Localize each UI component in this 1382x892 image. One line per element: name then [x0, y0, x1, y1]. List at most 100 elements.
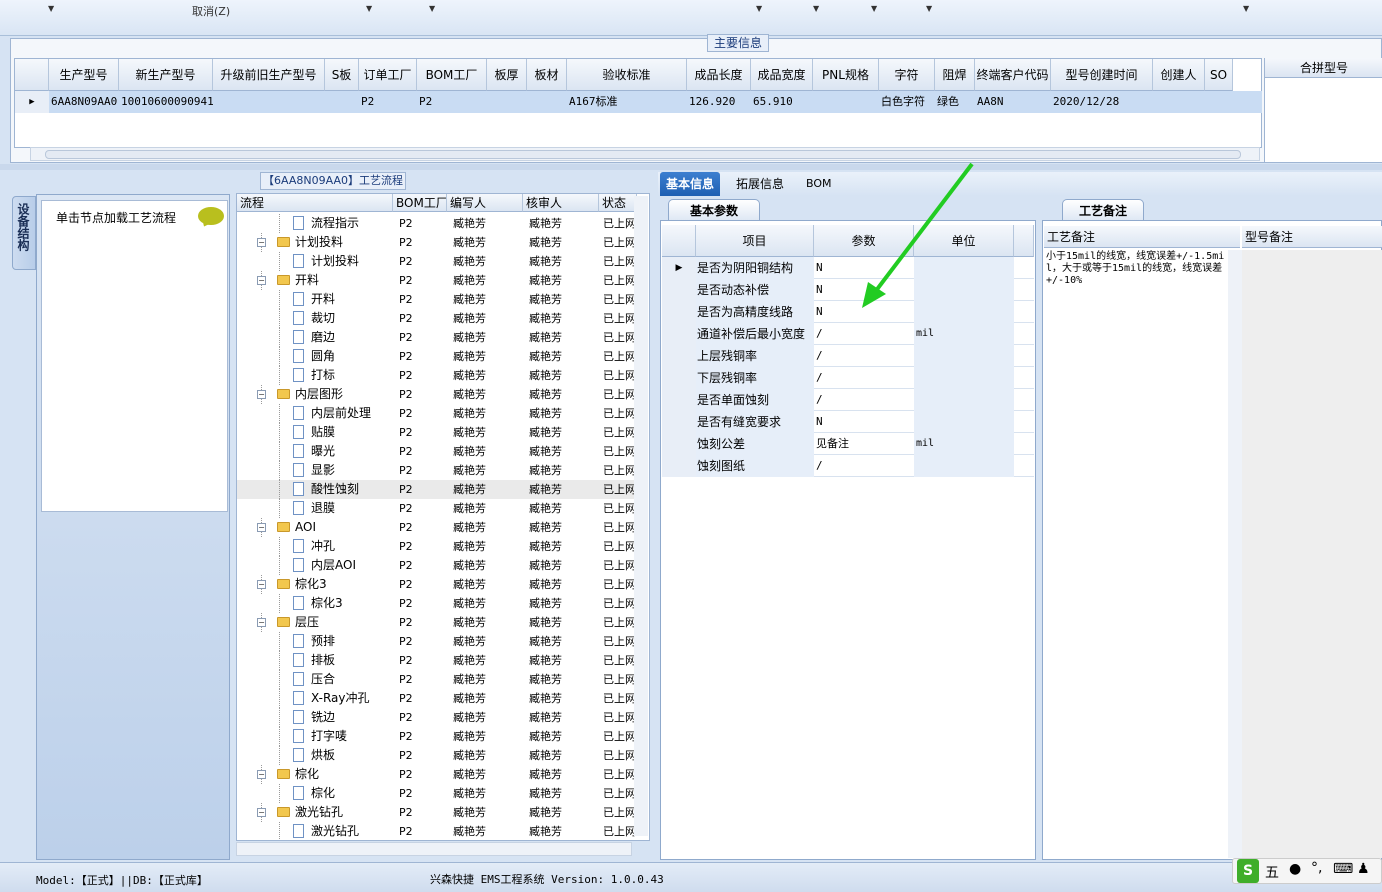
- column-header[interactable]: 成品长度: [687, 59, 751, 91]
- param-value[interactable]: N: [814, 411, 914, 433]
- param-row[interactable]: 通道补偿后最小宽度 / mil: [662, 323, 1034, 345]
- tree-row[interactable]: 内层AOI P2 臧艳芳 臧艳芳 已上网: [237, 556, 637, 575]
- column-header[interactable]: 验收标准: [567, 59, 687, 91]
- tree-row[interactable]: − 层压 P2 臧艳芳 臧艳芳 已上网: [237, 613, 637, 632]
- tree-node-label[interactable]: 层压: [295, 613, 319, 632]
- param-unit[interactable]: mil: [914, 323, 1014, 345]
- collapse-icon[interactable]: −: [257, 618, 266, 627]
- tree-row[interactable]: 计划投料 P2 臧艳芳 臧艳芳 已上网: [237, 252, 637, 271]
- param-value[interactable]: /: [814, 345, 914, 367]
- collapse-icon[interactable]: −: [257, 390, 266, 399]
- tree-node-label[interactable]: 打标: [311, 366, 335, 385]
- param-row[interactable]: 是否有缝宽要求 N: [662, 411, 1034, 433]
- param-value[interactable]: /: [814, 367, 914, 389]
- dropdown-arrow-icon[interactable]: ▼: [813, 4, 819, 13]
- tree-row[interactable]: − 计划投料 P2 臧艳芳 臧艳芳 已上网: [237, 233, 637, 252]
- column-header[interactable]: 升级前旧生产型号: [213, 59, 325, 91]
- tree-node-label[interactable]: 烘板: [311, 746, 335, 765]
- tree-row[interactable]: 排板 P2 臧艳芳 臧艳芳 已上网: [237, 651, 637, 670]
- tree-row[interactable]: 打字唛 P2 臧艳芳 臧艳芳 已上网: [237, 727, 637, 746]
- tree-node-label[interactable]: 棕化: [311, 784, 335, 803]
- dropdown-arrow-icon[interactable]: ▼: [366, 4, 372, 13]
- collapse-icon[interactable]: −: [257, 770, 266, 779]
- param-unit[interactable]: [914, 367, 1014, 389]
- tree-node-label[interactable]: 裁切: [311, 309, 335, 328]
- tree-row[interactable]: 酸性蚀刻 P2 臧艳芳 臧艳芳 已上网: [237, 480, 637, 499]
- tree-node-label[interactable]: 开料: [311, 290, 335, 309]
- collapse-icon[interactable]: −: [257, 523, 266, 532]
- tree-node-label[interactable]: 流程指示: [311, 214, 359, 233]
- tree-node-label[interactable]: 贴膜: [311, 423, 335, 442]
- table-cell[interactable]: 65.910: [753, 91, 813, 113]
- column-header[interactable]: 成品宽度: [751, 59, 813, 91]
- column-header[interactable]: 状态: [599, 194, 637, 212]
- param-unit[interactable]: [914, 389, 1014, 411]
- collapse-icon[interactable]: −: [257, 238, 266, 247]
- column-header[interactable]: S板: [325, 59, 359, 91]
- tree-node-label[interactable]: 棕化3: [295, 575, 327, 594]
- process-remark-text[interactable]: 小于15mil的线宽，线宽误差+/-1.5mil，大于或等于15mil的线宽，线…: [1046, 251, 1228, 287]
- tree-node-label[interactable]: 冲孔: [311, 537, 335, 556]
- node-panel[interactable]: 单击节点加载工艺流程: [41, 200, 228, 512]
- table-cell[interactable]: [1155, 91, 1205, 113]
- tree-row[interactable]: − AOI P2 臧艳芳 臧艳芳 已上网: [237, 518, 637, 537]
- tree-node-label[interactable]: 酸性蚀刻: [311, 480, 359, 499]
- table-cell[interactable]: [529, 91, 567, 113]
- tree-node-label[interactable]: 计划投料: [295, 233, 343, 252]
- keyboard-icon[interactable]: ⌨: [1333, 861, 1353, 877]
- tree-row[interactable]: 磨边 P2 臧艳芳 臧艳芳 已上网: [237, 328, 637, 347]
- column-header[interactable]: 板厚: [487, 59, 527, 91]
- tab-process-remarks[interactable]: 工艺备注: [1062, 199, 1144, 221]
- dropdown-arrow-icon[interactable]: ▼: [756, 4, 762, 13]
- column-header[interactable]: 项目: [696, 225, 814, 257]
- tree-row[interactable]: 预排 P2 臧艳芳 臧艳芳 已上网: [237, 632, 637, 651]
- horizontal-scrollbar[interactable]: [236, 842, 632, 856]
- table-cell[interactable]: [1207, 91, 1233, 113]
- column-header[interactable]: SO: [1205, 59, 1233, 91]
- tab-equipment-structure[interactable]: 设备结构: [12, 196, 36, 270]
- tree-node-label[interactable]: 退膜: [311, 499, 335, 518]
- table-cell[interactable]: 绿色: [937, 91, 975, 113]
- tree-row[interactable]: 棕化 P2 臧艳芳 臧艳芳 已上网: [237, 784, 637, 803]
- column-header[interactable]: 阻焊: [935, 59, 975, 91]
- column-header[interactable]: 创建人: [1153, 59, 1205, 91]
- param-row[interactable]: 是否单面蚀刻 /: [662, 389, 1034, 411]
- vertical-scrollbar[interactable]: [634, 196, 648, 836]
- tree-row[interactable]: 裁切 P2 臧艳芳 臧艳芳 已上网: [237, 309, 637, 328]
- cancel-button[interactable]: 取消(Z): [192, 3, 230, 19]
- punctuation-icon[interactable]: °,: [1311, 860, 1322, 876]
- tree-row[interactable]: 内层前处理 P2 臧艳芳 臧艳芳 已上网: [237, 404, 637, 423]
- tree-node-label[interactable]: 圆角: [311, 347, 335, 366]
- tree-row[interactable]: − 棕化3 P2 臧艳芳 臧艳芳 已上网: [237, 575, 637, 594]
- scrollbar-thumb[interactable]: [45, 150, 1241, 159]
- collapse-icon[interactable]: −: [257, 808, 266, 817]
- table-cell[interactable]: P2: [419, 91, 487, 113]
- tree-row[interactable]: X-Ray冲孔 P2 臧艳芳 臧艳芳 已上网: [237, 689, 637, 708]
- param-unit[interactable]: [914, 345, 1014, 367]
- tree-node-label[interactable]: 内层前处理: [311, 404, 371, 423]
- tree-node-label[interactable]: 计划投料: [311, 252, 359, 271]
- tree-node-label[interactable]: 曝光: [311, 442, 335, 461]
- tree-row[interactable]: 圆角 P2 臧艳芳 臧艳芳 已上网: [237, 347, 637, 366]
- tab-basic-params[interactable]: 基本参数: [668, 199, 760, 221]
- column-header[interactable]: 字符: [879, 59, 935, 91]
- column-header[interactable]: 订单工厂: [359, 59, 417, 91]
- tree-node-label[interactable]: 磨边: [311, 328, 335, 347]
- tree-row[interactable]: 烘板 P2 臧艳芳 臧艳芳 已上网: [237, 746, 637, 765]
- tree-node-label[interactable]: 内层AOI: [311, 556, 356, 575]
- tree-node-label[interactable]: AOI: [295, 518, 316, 537]
- column-header[interactable]: 新生产型号: [119, 59, 213, 91]
- collapse-icon[interactable]: −: [257, 580, 266, 589]
- tree-node-label[interactable]: 棕化: [295, 765, 319, 784]
- tree-row[interactable]: 流程指示 P2 臧艳芳 臧艳芳 已上网: [237, 214, 637, 233]
- table-cell[interactable]: P2: [361, 91, 417, 113]
- column-header[interactable]: 终端客户代码: [975, 59, 1051, 91]
- tree-row[interactable]: 退膜 P2 臧艳芳 臧艳芳 已上网: [237, 499, 637, 518]
- process-tree[interactable]: 流程 BOM工厂 编写人 核审人 状态 流程指示 P2 臧艳芳 臧艳芳 已上网 − 计划投料 P2 臧艳…: [236, 193, 650, 841]
- column-header[interactable]: 流程: [237, 194, 393, 212]
- param-row[interactable]: 下层残铜率 /: [662, 367, 1034, 389]
- tree-node-label[interactable]: 激光钻孔: [295, 803, 343, 822]
- table-cell[interactable]: 2020/12/28: [1053, 91, 1153, 113]
- tree-node-label[interactable]: X-Ray冲孔: [311, 689, 369, 708]
- table-row[interactable]: ▶ 6AA8N09AA0 10010600090941 P2 P2 A167标准 126.…: [15, 91, 1262, 113]
